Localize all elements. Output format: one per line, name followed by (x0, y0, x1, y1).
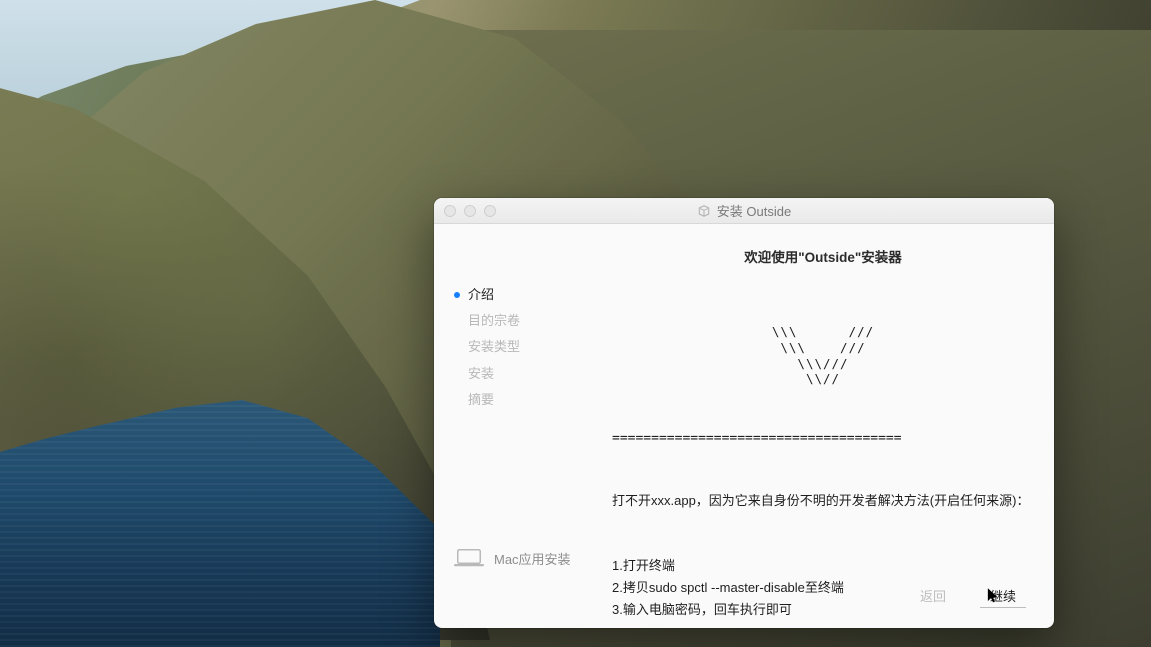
sidebar-step: 目的宗卷 (454, 308, 594, 334)
minimize-icon[interactable] (464, 205, 476, 217)
continue-label: 继续 (990, 589, 1016, 604)
back-button: 返回 (920, 586, 946, 605)
sidebar-step-label: 安装类型 (468, 338, 520, 356)
zoom-icon[interactable] (484, 205, 496, 217)
installer-footer: 返回 继续 (434, 582, 1054, 628)
step-line: 1.打开终端 (612, 556, 1034, 576)
sidebar-step: 安装 (454, 361, 594, 387)
installer-sidebar: 介绍目的宗卷安装类型安装摘要 Mac应用安装 (454, 240, 594, 582)
traffic-lights (434, 205, 496, 217)
continue-button[interactable]: 继续 (980, 586, 1026, 608)
sidebar-step: 摘要 (454, 387, 594, 413)
step-bullet-icon (454, 292, 460, 298)
step-bullet-icon (454, 344, 460, 350)
divider: ===================================== (612, 429, 1034, 449)
sidebar-step: 安装类型 (454, 334, 594, 360)
desktop-wallpaper: 安装 Outside 介绍目的宗卷安装类型安装摘要 Mac应用安装 欢迎使用"O… (0, 0, 1151, 647)
sidebar-step-label: 目的宗卷 (468, 312, 520, 330)
installer-heading: 欢迎使用"Outside"安装器 (612, 246, 1034, 266)
window-title: 安装 Outside (717, 201, 791, 220)
ascii-art: \\\ /// \\\ /// \\\/// \\// (612, 324, 1034, 387)
installer-content: \\\ /// \\\ /// \\\/// \\// ============… (612, 284, 1034, 628)
step-bullet-icon (454, 397, 460, 403)
close-icon[interactable] (444, 205, 456, 217)
sidebar-step: 介绍 (454, 282, 594, 308)
sidebar-footer-label: Mac应用安装 (494, 549, 571, 568)
window-titlebar[interactable]: 安装 Outside (434, 198, 1054, 224)
sidebar-footer: Mac应用安装 (454, 548, 594, 582)
step-bullet-icon (454, 318, 460, 324)
sidebar-step-label: 安装 (468, 365, 494, 383)
package-icon (697, 204, 711, 218)
sidebar-step-label: 摘要 (468, 391, 494, 409)
installer-window: 安装 Outside 介绍目的宗卷安装类型安装摘要 Mac应用安装 欢迎使用"O… (434, 198, 1054, 628)
sidebar-step-label: 介绍 (468, 286, 494, 304)
laptop-icon (454, 548, 484, 568)
intro-text: 打不开xxx.app，因为它来自身份不明的开发者解决方法(开启任何来源)： (612, 491, 1034, 511)
step-bullet-icon (454, 371, 460, 377)
